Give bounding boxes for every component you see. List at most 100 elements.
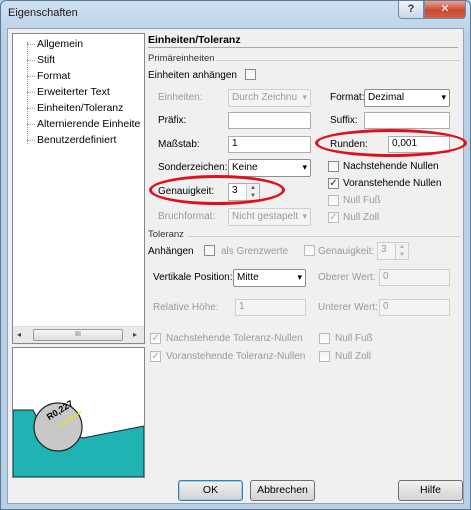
chevron-down-icon: ▾ [302, 162, 307, 172]
leading-zeros-checkbox[interactable]: ✓ [328, 178, 339, 189]
tree-connector [27, 108, 35, 109]
prefix-input[interactable] [228, 112, 311, 129]
spin-up-icon[interactable]: ▲ [396, 243, 408, 251]
tree-item-stift[interactable]: Stift [37, 54, 55, 66]
units-select-value: Durch Zeichnu [232, 92, 298, 103]
title-bar[interactable]: Eigenschaften ? ✕ [1, 1, 470, 25]
as-limits-checkbox[interactable] [304, 245, 315, 256]
zero-feet-label: Null Fuß [343, 195, 381, 206]
help-title-button[interactable]: ? [398, 1, 424, 19]
dimension-preview: R0,227 [12, 347, 145, 478]
chevron-down-icon: ▾ [441, 92, 446, 102]
upper-value-input[interactable]: 0 [379, 269, 450, 286]
tol-zero-inch-label: Null Zoll [335, 351, 372, 362]
trailing-tol-zeros-label: Nachstehende Toleranz-Nullen [166, 333, 303, 344]
cancel-button[interactable]: Abbrechen [250, 480, 315, 501]
zero-inch-checkbox[interactable]: ✓ [328, 212, 339, 223]
tol-append-checkbox[interactable] [204, 245, 215, 256]
special-chars-select[interactable]: Keine ▾ [228, 159, 311, 177]
vertical-position-value: Mitte [237, 272, 259, 283]
scale-label: Maßstab: [158, 139, 200, 150]
trailing-zeros-label: Nachstehende Nullen [343, 161, 439, 172]
tree-item-erweiterter-text[interactable]: Erweiterter Text [37, 86, 110, 98]
format-label: Format: [330, 92, 365, 103]
leading-tol-zeros-label: Voranstehende Toleranz-Nullen [166, 351, 306, 362]
vertical-position-select[interactable]: Mitte ▾ [233, 269, 306, 287]
append-units-checkbox[interactable] [245, 69, 256, 80]
scroll-thumb[interactable]: III [33, 329, 123, 341]
tol-zero-feet-checkbox[interactable] [319, 333, 330, 344]
tolerance-group-label: Toleranz [148, 229, 184, 240]
zero-feet-checkbox[interactable] [328, 195, 339, 206]
tree-connector [27, 124, 35, 125]
tol-zero-feet-label: Null Fuß [335, 333, 373, 344]
relative-height-label: Relative Höhe: [153, 302, 219, 313]
format-select-value: Dezimal [368, 92, 405, 103]
window-title: Eigenschaften [8, 7, 78, 19]
tol-append-label: Anhängen [148, 246, 194, 257]
tol-precision-stepper[interactable]: 3 ▲ ▼ [377, 242, 409, 260]
suffix-input[interactable] [364, 112, 450, 129]
tree-connector [27, 140, 35, 141]
tol-precision-value: 3 [381, 244, 387, 255]
leading-tol-zeros-checkbox[interactable]: ✓ [150, 351, 161, 362]
special-chars-label: Sonderzeichen: [158, 162, 228, 173]
round-label: Runden: [330, 139, 368, 150]
lower-value-input[interactable]: 0 [379, 299, 450, 316]
category-tree: Allgemein Stift Format Erweiterter Text … [12, 33, 145, 344]
tree-connector [27, 60, 35, 61]
precision-value: 3 [232, 185, 238, 196]
close-button[interactable]: ✕ [424, 1, 466, 19]
spin-down-icon[interactable]: ▼ [396, 251, 408, 259]
dialog-client: Allgemein Stift Format Erweiterter Text … [7, 28, 467, 504]
chevron-down-icon: ▾ [297, 272, 302, 282]
fraction-format-select[interactable]: Nicht gestapelt ▾ [228, 208, 311, 226]
tol-precision-label: Genauigkeit: [318, 246, 375, 257]
tree-item-benutzerdefiniert[interactable]: Benutzerdefiniert [37, 134, 116, 146]
scale-input[interactable]: 1 [228, 136, 311, 153]
tree-item-einheiten-toleranz[interactable]: Einheiten/Toleranz [37, 102, 123, 114]
tree-item-format[interactable]: Format [37, 70, 70, 82]
upper-value-label: Oberer Wert: [318, 272, 376, 283]
tree-item-alternierende-einheiten[interactable]: Alternierende Einheite [37, 118, 140, 130]
ok-button[interactable]: OK [178, 480, 243, 501]
precision-stepper[interactable]: 3 ▲ ▼ [228, 183, 260, 201]
spin-up-icon[interactable]: ▲ [247, 184, 259, 192]
fraction-format-label: Bruchformat: [158, 211, 216, 222]
panel-title: Einheiten/Toleranz [148, 34, 241, 46]
primary-units-group-label: Primäreinheiten [148, 53, 215, 64]
tree-connector [27, 76, 35, 77]
trailing-zeros-checkbox[interactable] [328, 161, 339, 172]
relative-height-input[interactable]: 1 [235, 299, 306, 316]
panel-divider [148, 47, 458, 48]
tree-connector [27, 42, 28, 144]
lower-value-label: Unterer Wert: [318, 302, 378, 313]
zero-inch-label: Null Zoll [343, 212, 380, 223]
chevron-down-icon: ▾ [302, 211, 307, 221]
tree-horizontal-scrollbar[interactable]: ◂ III ▸ [13, 326, 144, 343]
leading-zeros-label: Voranstehende Nullen [343, 178, 442, 189]
preview-graphic: R0,227 [12, 398, 145, 478]
tol-zero-inch-checkbox[interactable] [319, 351, 330, 362]
group-divider [216, 60, 460, 61]
scroll-left-icon[interactable]: ◂ [17, 330, 21, 339]
scroll-right-icon[interactable]: ▸ [133, 330, 137, 339]
group-divider [188, 236, 460, 237]
spin-down-icon[interactable]: ▼ [247, 192, 259, 200]
prefix-label: Präfix: [158, 115, 187, 126]
suffix-label: Suffix: [330, 115, 358, 126]
format-select[interactable]: Dezimal ▾ [364, 89, 450, 107]
append-units-label: Einheiten anhängen [148, 70, 237, 81]
fraction-format-value: Nicht gestapelt [232, 211, 299, 222]
special-chars-select-value: Keine [232, 162, 258, 173]
tree-item-allgemein[interactable]: Allgemein [37, 38, 83, 50]
units-select[interactable]: Durch Zeichnu ▾ [228, 89, 311, 107]
round-input[interactable]: 0,001 [388, 136, 450, 153]
trailing-tol-zeros-checkbox[interactable]: ✓ [150, 333, 161, 344]
help-button[interactable]: Hilfe [398, 480, 463, 501]
tree-connector [27, 92, 35, 93]
tree-connector [27, 44, 35, 45]
as-limits-label: als Grenzwerte [221, 246, 289, 257]
chevron-down-icon: ▾ [302, 92, 307, 102]
precision-label: Genauigkeit: [158, 186, 215, 197]
